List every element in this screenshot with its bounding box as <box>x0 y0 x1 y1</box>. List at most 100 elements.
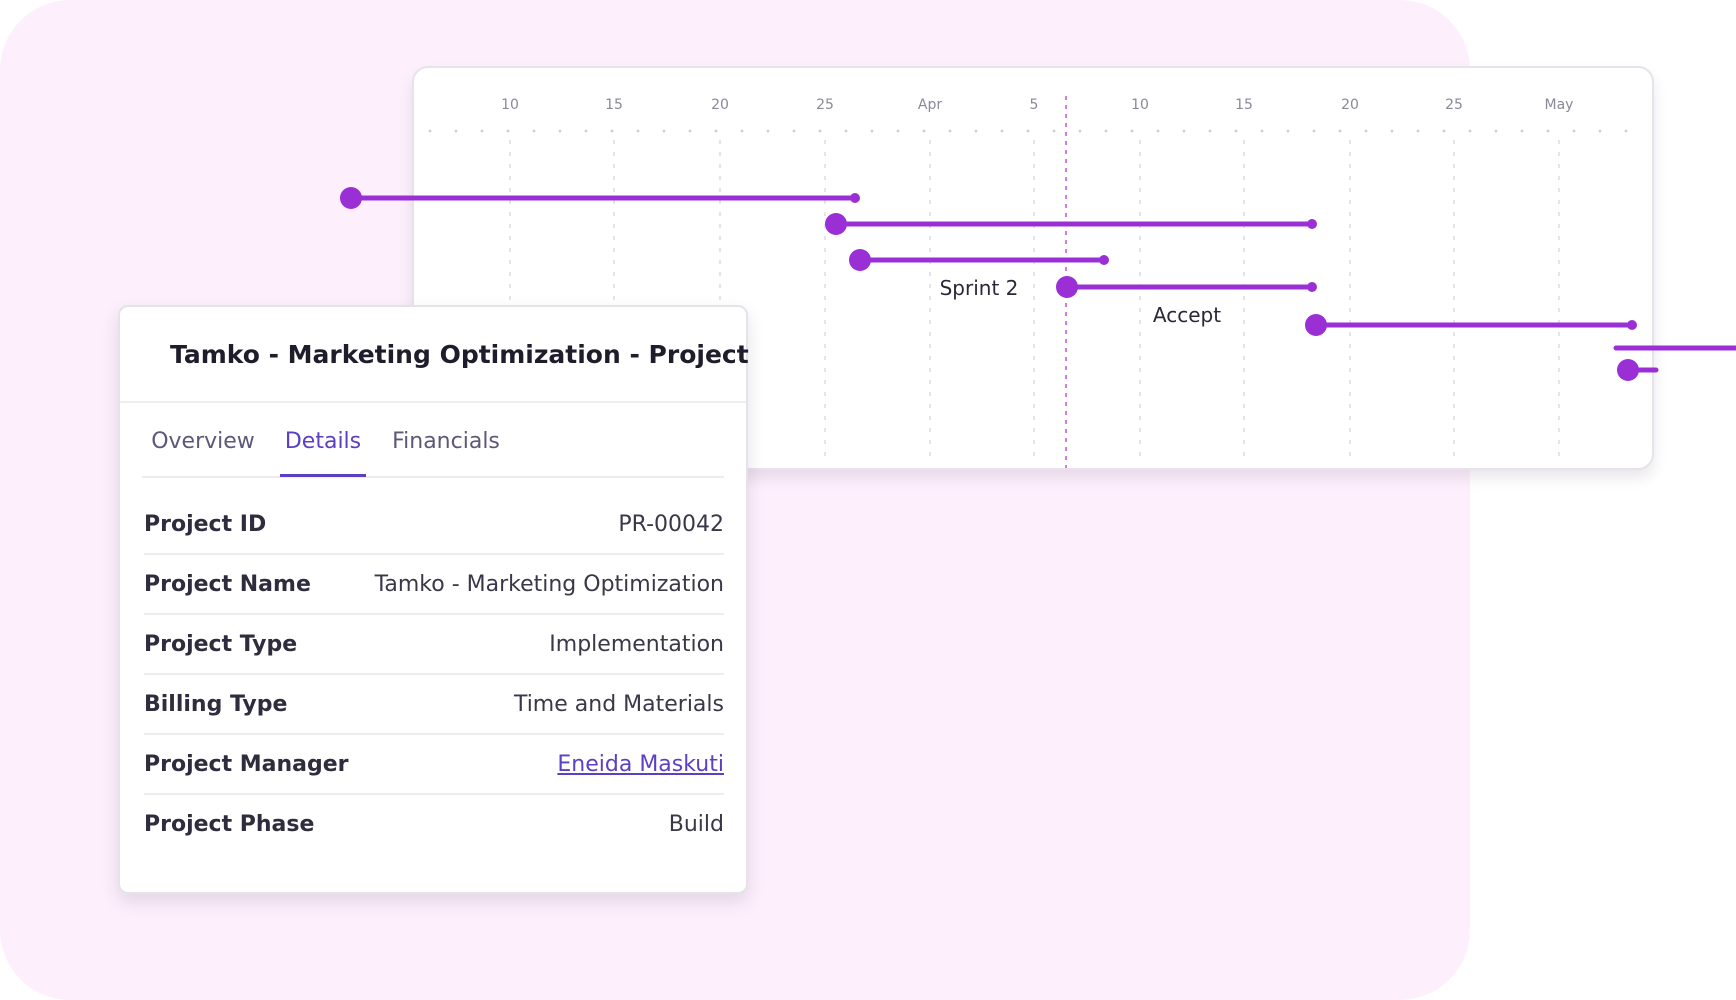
axis-minor-tick <box>1572 129 1576 133</box>
bar-end-handle[interactable] <box>1307 219 1317 229</box>
axis-minor-tick <box>1182 129 1186 133</box>
axis-minor-tick <box>1624 129 1628 133</box>
bar-start-handle[interactable] <box>825 213 847 235</box>
axis-minor-tick <box>1104 129 1108 133</box>
bar-start-handle[interactable] <box>1305 314 1327 336</box>
timeline-bar[interactable]: Accept <box>1153 303 1637 336</box>
detail-row-project-name: Project Name Tamko - Marketing Optimizat… <box>144 555 724 615</box>
detail-label: Project ID <box>144 511 267 537</box>
axis-minor-tick <box>584 129 588 133</box>
axis-tick-label: 25 <box>1445 97 1463 113</box>
detail-value: Tamko - Marketing Optimization <box>374 571 724 597</box>
axis-minor-tick <box>948 129 952 133</box>
axis-minor-tick <box>636 129 640 133</box>
detail-label: Project Manager <box>144 751 349 777</box>
bar-label: Accept <box>1153 303 1221 327</box>
axis-minor-tick <box>766 129 770 133</box>
timeline-bar[interactable] <box>849 249 1109 271</box>
axis-minor-tick <box>1078 129 1082 133</box>
detail-row-project-phase: Project Phase Build <box>144 795 724 853</box>
axis-minor-tick <box>714 129 718 133</box>
axis-minor-tick <box>610 129 614 133</box>
project-manager-link[interactable]: Eneida Maskuti <box>557 752 724 777</box>
axis-minor-tick <box>506 129 510 133</box>
bar-start-handle[interactable] <box>1617 359 1639 381</box>
axis-tick-label: 15 <box>605 97 623 113</box>
detail-row-project-id: Project ID PR-00042 <box>144 495 724 555</box>
detail-row-project-type: Project Type Implementation <box>144 615 724 675</box>
axis-minor-tick <box>1390 129 1394 133</box>
timeline-bar[interactable]: Sprint 2 <box>940 276 1317 300</box>
bar-label: Sprint 2 <box>940 276 1019 300</box>
axis-tick-label: 10 <box>1131 97 1149 113</box>
axis-tick-label: 15 <box>1235 97 1253 113</box>
detail-label: Project Type <box>144 631 298 657</box>
detail-value: Build <box>668 811 724 837</box>
axis-minor-tick <box>532 129 536 133</box>
tab-details[interactable]: Details <box>280 422 366 477</box>
axis-minor-tick <box>1546 129 1550 133</box>
axis-minor-tick <box>1442 129 1446 133</box>
axis-minor-tick <box>792 129 796 133</box>
axis-minor-tick <box>454 129 458 133</box>
axis-tick-label: May <box>1545 97 1574 113</box>
axis-minor-tick <box>1234 129 1238 133</box>
axis-minor-tick <box>558 129 562 133</box>
axis-minor-tick <box>1416 129 1420 133</box>
axis-tick-label: 20 <box>1341 97 1359 113</box>
tab-overview[interactable]: Overview <box>148 422 258 474</box>
bar-end-handle[interactable] <box>1099 255 1109 265</box>
axis-tick-label: Apr <box>918 97 942 113</box>
bar-start-handle[interactable] <box>340 187 362 209</box>
axis-tick-label: 25 <box>816 97 834 113</box>
axis-minor-tick <box>1000 129 1004 133</box>
card-header: Tamko - Marketing Optimization - Project <box>120 307 749 403</box>
detail-label: Project Phase <box>144 811 315 837</box>
axis-minor-tick <box>844 129 848 133</box>
axis-minor-tick <box>1156 129 1160 133</box>
axis-minor-tick <box>1208 129 1212 133</box>
axis-minor-tick <box>1130 129 1134 133</box>
tab-financials[interactable]: Financials <box>388 422 504 474</box>
axis-minor-tick <box>480 129 484 133</box>
detail-label: Billing Type <box>144 691 288 717</box>
axis-minor-tick <box>1598 129 1602 133</box>
timeline-bar[interactable] <box>1617 359 1659 381</box>
detail-label: Project Name <box>144 571 311 597</box>
axis-minor-tick <box>974 129 978 133</box>
bar-end-handle[interactable] <box>1627 320 1637 330</box>
axis-minor-tick <box>1338 129 1342 133</box>
axis-minor-tick <box>1468 129 1472 133</box>
tab-bar: Overview Details Financials <box>142 422 724 478</box>
axis-minor-tick <box>1312 129 1316 133</box>
axis-minor-tick <box>1052 129 1056 133</box>
axis-tick-label: 20 <box>711 97 729 113</box>
axis-minor-tick <box>1494 129 1498 133</box>
axis-minor-tick <box>740 129 744 133</box>
bar-start-handle[interactable] <box>849 249 871 271</box>
details-list: Project ID PR-00042 Project Name Tamko -… <box>144 495 724 853</box>
axis-minor-tick <box>1026 129 1030 133</box>
axis-minor-tick <box>1364 129 1368 133</box>
timeline-bar[interactable] <box>340 187 860 209</box>
axis-minor-tick <box>1286 129 1290 133</box>
axis-minor-tick <box>896 129 900 133</box>
card-title: Tamko - Marketing Optimization - Project <box>170 339 749 369</box>
timeline-bar[interactable] <box>825 213 1317 235</box>
timeline-axis: 10 15 20 25 Apr 5 10 15 20 25 May <box>428 97 1628 133</box>
bar-start-handle[interactable] <box>1056 276 1078 298</box>
detail-value: Implementation <box>549 631 724 657</box>
detail-row-project-manager: Project Manager Eneida Maskuti <box>144 735 724 795</box>
axis-minor-tick <box>870 129 874 133</box>
bar-end-handle[interactable] <box>1307 282 1317 292</box>
axis-tick-label: 5 <box>1030 97 1039 113</box>
axis-minor-tick <box>662 129 666 133</box>
axis-minor-tick <box>818 129 822 133</box>
axis-minor-tick <box>922 129 926 133</box>
axis-minor-tick <box>688 129 692 133</box>
axis-minor-tick <box>1260 129 1264 133</box>
bar-end-handle[interactable] <box>850 193 860 203</box>
axis-tick-label: 10 <box>501 97 519 113</box>
detail-value: Time and Materials <box>513 691 724 717</box>
axis-minor-tick <box>1520 129 1524 133</box>
